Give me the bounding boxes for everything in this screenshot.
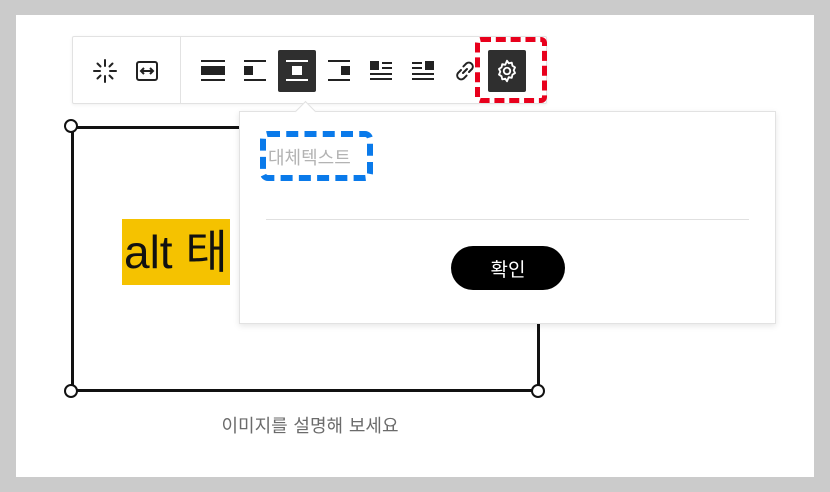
alt-text-input-underline <box>266 219 749 220</box>
image-caption-placeholder[interactable]: 이미지를 설명해 보세요 <box>160 412 460 438</box>
align-left-icon <box>244 60 266 81</box>
toolbar-divider <box>180 37 181 103</box>
resize-handle-top-left[interactable] <box>64 119 78 133</box>
image-block-toolbar <box>72 36 547 104</box>
wrap-right-button[interactable] <box>404 50 442 92</box>
align-center-button[interactable] <box>278 50 316 92</box>
wrap-left-icon <box>370 61 392 80</box>
sparkle-button[interactable] <box>86 50 124 92</box>
align-full-width-icon <box>201 60 225 81</box>
fit-width-icon <box>136 61 158 81</box>
align-right-icon <box>328 60 350 81</box>
wrap-left-button[interactable] <box>362 50 400 92</box>
align-full-width-button[interactable] <box>194 50 232 92</box>
wrap-right-icon <box>412 61 434 80</box>
fit-width-button[interactable] <box>128 50 166 92</box>
sparkle-icon <box>93 59 117 83</box>
resize-handle-bottom-left[interactable] <box>64 384 78 398</box>
image-settings-button[interactable] <box>488 50 526 92</box>
align-left-button[interactable] <box>236 50 274 92</box>
resize-handle-bottom-right[interactable] <box>531 384 545 398</box>
image-alt-tag-text: alt 태 <box>122 219 230 285</box>
link-icon <box>456 61 474 81</box>
gear-icon <box>498 59 516 83</box>
align-right-button[interactable] <box>320 50 358 92</box>
align-center-icon <box>286 60 308 81</box>
link-button[interactable] <box>446 50 484 92</box>
alt-text-input[interactable] <box>266 138 749 178</box>
confirm-button[interactable]: 확인 <box>451 246 565 290</box>
